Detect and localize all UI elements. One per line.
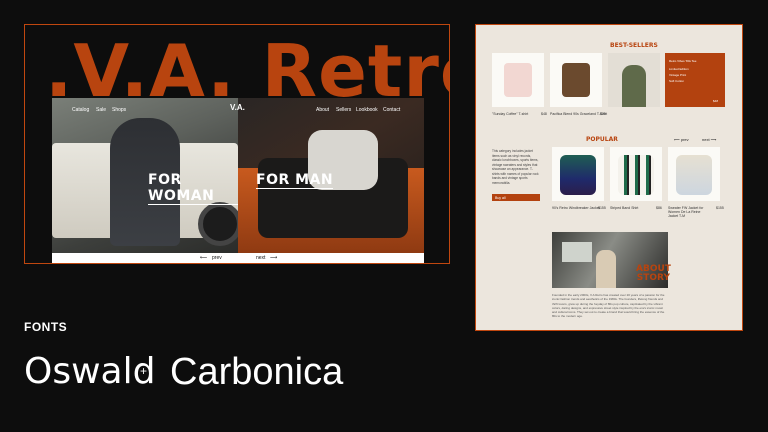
product-thumb-model[interactable] <box>608 53 660 107</box>
about-story-text: Founded in the early 2000s, V.A Retro ha… <box>552 293 665 319</box>
popular-prev[interactable]: ⟵ prev <box>674 137 689 142</box>
product-name: Sweater FW Jacket for Women De La Reine … <box>668 206 704 218</box>
promo-line: Soft Cotton <box>669 79 685 83</box>
about-story-title: ABOUT STORY <box>636 264 671 283</box>
font-sample-oswald: Oswald <box>24 351 156 392</box>
promo-line: Limited Edition <box>669 67 689 71</box>
man-photo[interactable]: FOR MAN <box>238 98 424 253</box>
product-thumb-sweater[interactable] <box>668 147 720 201</box>
model-figure <box>622 65 646 107</box>
nav-about[interactable]: About <box>316 107 329 113</box>
shirt-shape <box>618 155 654 195</box>
promo-line: Retro Vibes '80s Tee <box>669 59 697 63</box>
font-sample-carbonica: Carbonica <box>170 351 344 393</box>
nav-shops[interactable]: Shops <box>112 107 126 113</box>
fonts-label: FONTS <box>24 320 68 334</box>
woman-photo[interactable]: FOR WOMAN <box>52 98 238 253</box>
product-price: $86 <box>656 206 662 210</box>
popular-next[interactable]: next ⟶ <box>702 137 716 142</box>
website-mockup: BEST-SELLERS Retro Vibes '80s Tee Limite… <box>475 24 743 331</box>
product-name: 90's Retro Windbreaker Jacket <box>552 206 600 210</box>
jacket-shape <box>560 155 596 195</box>
product-price: $155 <box>598 206 606 210</box>
for-man-link[interactable]: FOR MAN <box>256 172 334 189</box>
bestsellers-title: BEST-SELLERS <box>610 42 658 49</box>
product-name: "Sunday Coffee" T-shirt <box>492 112 529 116</box>
nav-contact[interactable]: Contact <box>383 107 400 113</box>
product-thumb-striped[interactable] <box>610 147 662 201</box>
for-woman-link[interactable]: FOR WOMAN <box>148 172 238 205</box>
logo[interactable]: V.A. <box>230 103 245 112</box>
arrow-left-icon[interactable]: ⟵ <box>200 255 207 261</box>
tshirt-shape <box>504 63 532 97</box>
arrow-right-icon[interactable]: ⟶ <box>270 255 277 261</box>
buy-all-button[interactable]: Buy all <box>492 194 540 201</box>
person-figure <box>596 250 616 288</box>
product-price: $155 <box>716 206 724 210</box>
next-button[interactable]: next <box>256 255 265 261</box>
nav-sale[interactable]: Sale <box>96 107 106 113</box>
screen-shape <box>562 242 592 262</box>
product-name: Striped Band Shirt <box>610 206 639 210</box>
hero-navbar: Catalog Sale Shops V.A. About Sellers Lo… <box>52 103 424 117</box>
slider-controls: ⟵ prev next ⟶ <box>52 253 424 263</box>
prev-button[interactable]: prev <box>212 255 222 261</box>
nav-sellers[interactable]: Sellers <box>336 107 351 113</box>
jacket-shape <box>676 155 712 195</box>
product-thumb-pacifica[interactable] <box>550 53 602 107</box>
promo-line: Vintage Print <box>669 73 687 77</box>
popular-description: This category includes jacket items such… <box>492 149 539 185</box>
nav-catalog[interactable]: Catalog <box>72 107 89 113</box>
product-name: Pacifica Blend 90s Graceland T-Shirt <box>550 112 608 116</box>
hero-mockup: .V.A. Retro. FOR WOMAN FOR MAN Catalog S… <box>24 24 450 264</box>
product-thumb-windbreaker[interactable] <box>552 147 604 201</box>
nav-lookbook[interactable]: Lookbook <box>356 107 378 113</box>
truck-wheel <box>198 202 238 246</box>
promo-price: $48 <box>713 99 719 103</box>
promo-card[interactable]: Retro Vibes '80s Tee Limited Edition Vin… <box>665 53 725 107</box>
plus-icon: + <box>140 364 148 378</box>
product-thumb-sunday-coffee[interactable] <box>492 53 544 107</box>
brand-wordmark: .V.A. Retro. <box>45 29 449 113</box>
popular-title: POPULAR <box>586 136 618 143</box>
product-price: $48 <box>541 112 547 116</box>
product-price: $25 <box>600 112 606 116</box>
tshirt-shape <box>562 63 590 97</box>
